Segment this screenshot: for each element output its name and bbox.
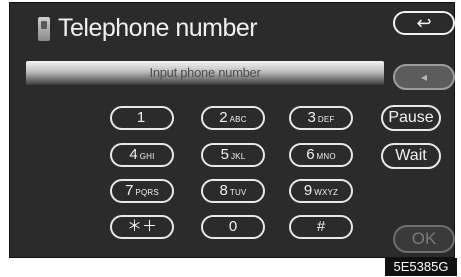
delete-button[interactable]: ◂ (393, 64, 455, 90)
pause-button[interactable]: Pause (381, 105, 441, 131)
key-3[interactable]: 3 DEF (289, 106, 353, 130)
key-hash[interactable]: # (289, 215, 353, 239)
phone-number-screen: Telephone number ↩ Input phone number ◂ … (9, 2, 455, 258)
key-star-plus[interactable]: ＊＋ (110, 215, 174, 239)
phone-icon (38, 17, 50, 41)
key-5[interactable]: 5 JKL (201, 143, 265, 167)
input-placeholder: Input phone number (149, 65, 261, 80)
page-title: Telephone number (58, 14, 258, 42)
key-9[interactable]: 9 WXYZ (289, 179, 353, 203)
key-1[interactable]: 1 (110, 106, 174, 130)
figure-code: 5E5385G (385, 258, 457, 276)
key-7[interactable]: 7 PQRS (110, 179, 174, 203)
wait-button[interactable]: Wait (381, 143, 441, 169)
phone-number-input[interactable]: Input phone number (26, 61, 384, 85)
key-4[interactable]: 4 GHI (110, 143, 174, 167)
back-button[interactable]: ↩ (393, 11, 455, 35)
ok-button[interactable]: OK (393, 225, 455, 253)
key-6[interactable]: 6 MNO (289, 143, 353, 167)
key-8[interactable]: 8 TUV (201, 179, 265, 203)
key-2[interactable]: 2 ABC (201, 106, 265, 130)
key-0[interactable]: 0 (201, 215, 265, 239)
